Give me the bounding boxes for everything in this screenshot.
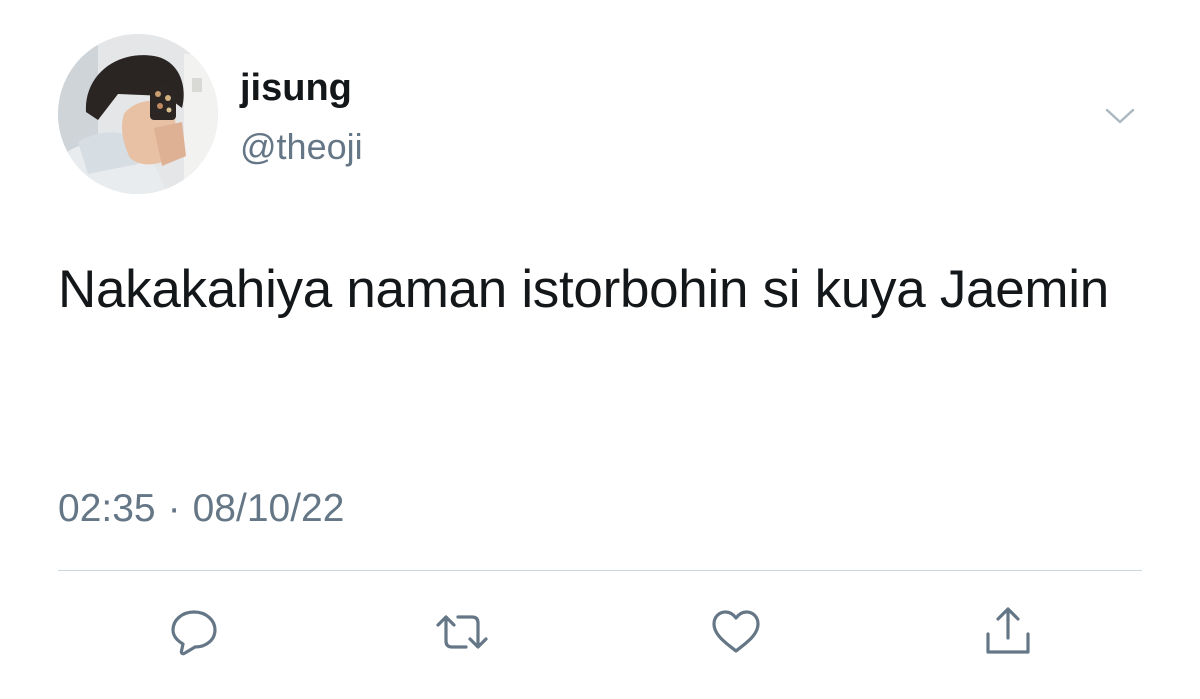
chevron-down-icon [1105, 108, 1135, 124]
user-handle[interactable]: @theoji [240, 126, 363, 168]
heart-icon [712, 610, 760, 653]
share-button[interactable] [978, 602, 1038, 662]
retweet-button[interactable] [432, 602, 492, 662]
like-button[interactable] [706, 602, 766, 662]
timestamp[interactable]: 02:35 · 08/10/22 [58, 486, 344, 532]
tweet-text: Nakakahiya naman istorbohin si kuya Jaem… [58, 260, 1109, 319]
share-icon [986, 607, 1030, 654]
reply-button[interactable] [164, 602, 224, 662]
display-name[interactable]: jisung [240, 66, 352, 110]
timestamp-separator: · [167, 487, 181, 530]
avatar-photo [58, 34, 218, 194]
retweet-icon [436, 615, 488, 649]
tweet-date: 08/10/22 [192, 487, 345, 530]
avatar[interactable] [58, 34, 218, 194]
reply-icon [171, 610, 217, 656]
more-options-button[interactable] [1098, 96, 1142, 136]
divider [58, 570, 1142, 571]
tweet-time: 02:35 [58, 487, 156, 530]
